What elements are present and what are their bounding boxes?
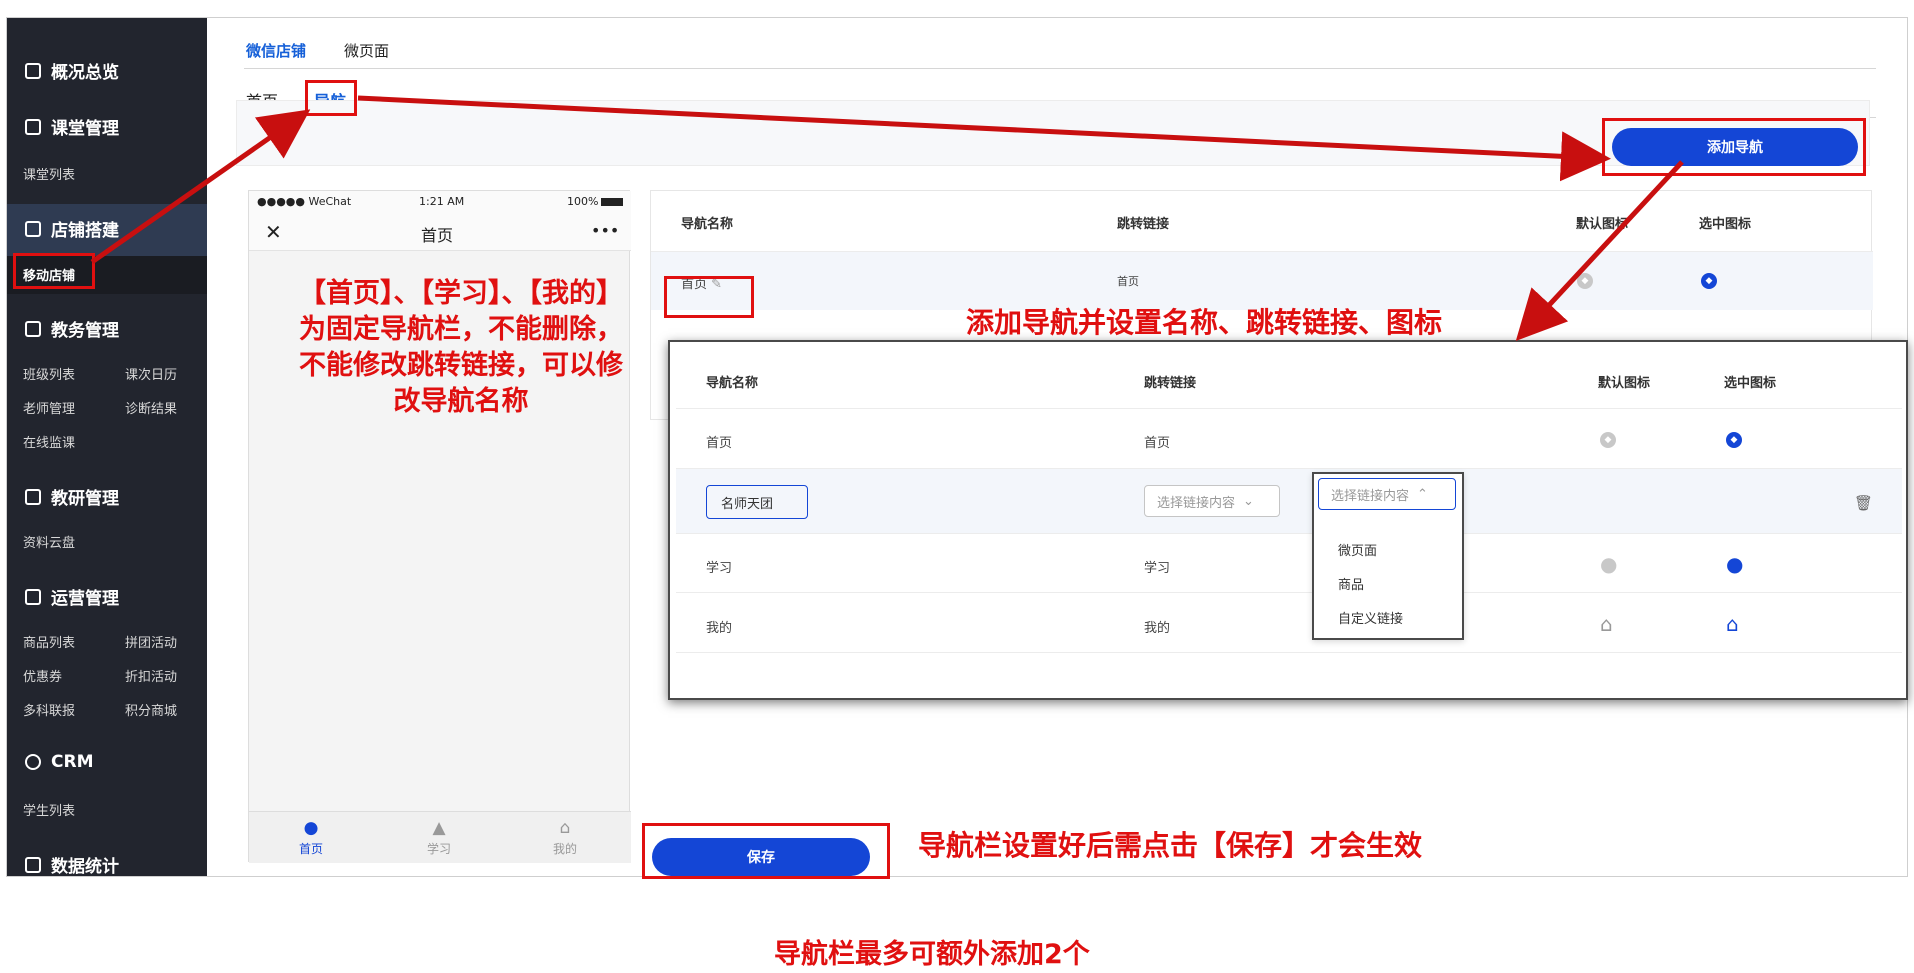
annotation-arrows <box>90 95 1684 341</box>
arrow-to-nav-tab <box>90 109 311 265</box>
arrow-to-table <box>1515 160 1684 341</box>
arrow-to-add-button <box>357 95 1611 182</box>
